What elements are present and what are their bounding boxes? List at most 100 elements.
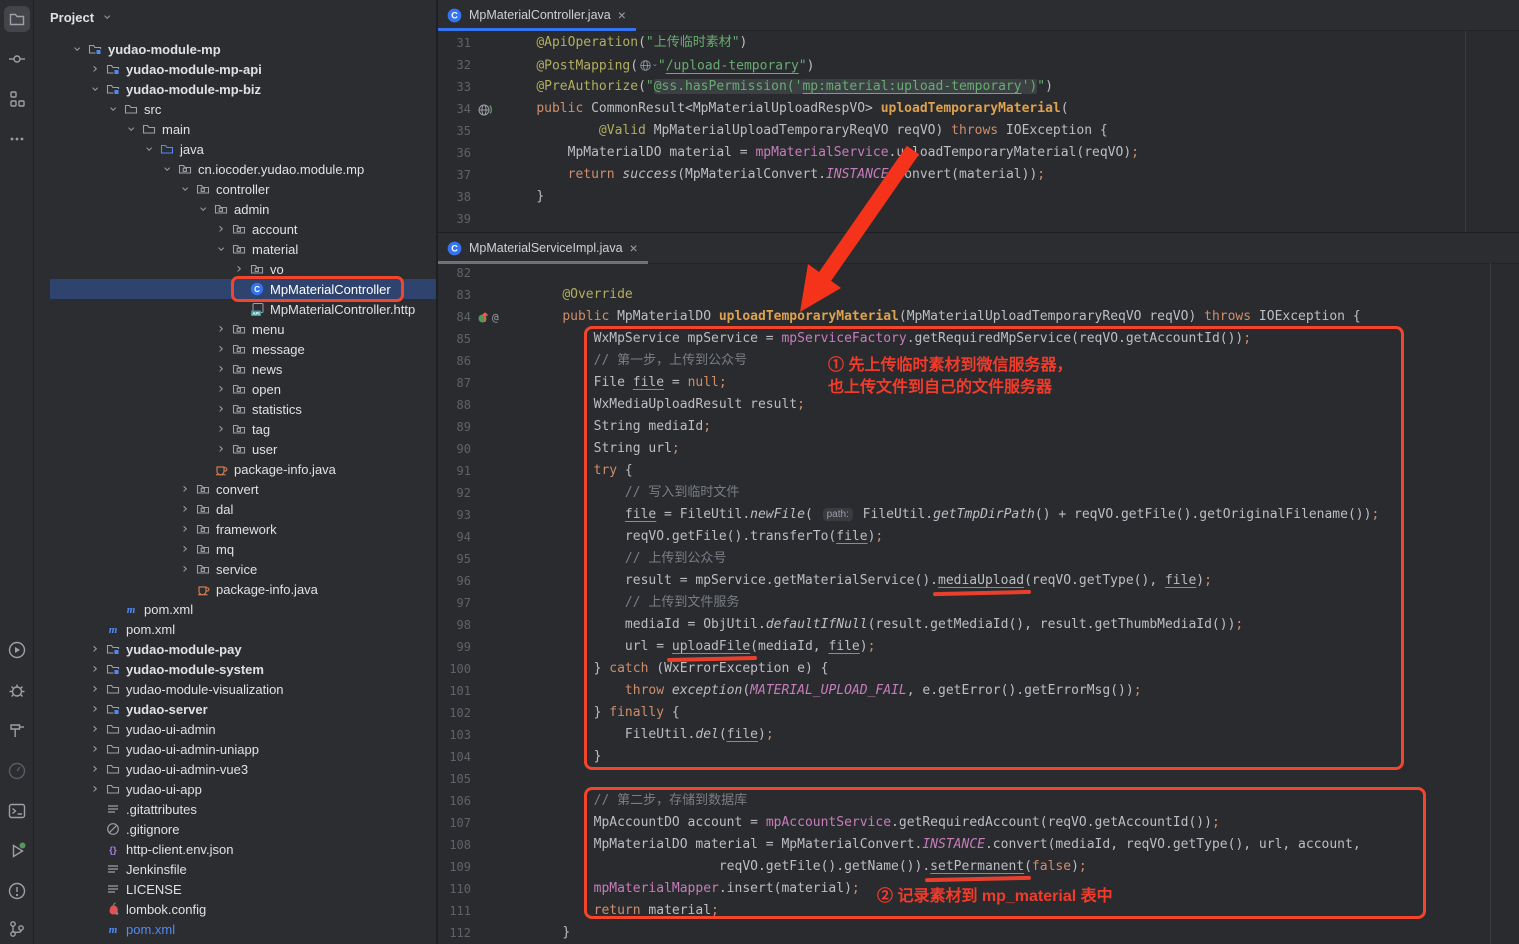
- tree-item-dal[interactable]: ›dal: [34, 499, 436, 519]
- tree-item-package-info-java[interactable]: package-info.java: [34, 459, 436, 479]
- line-number[interactable]: 97: [438, 592, 471, 614]
- endpoint-globe-icon[interactable]: ›: [639, 54, 657, 76]
- tree-item-yudao-ui-admin-uniapp[interactable]: ›yudao-ui-admin-uniapp: [34, 739, 436, 759]
- commit-tool-icon[interactable]: [4, 46, 30, 72]
- chevron-collapsed-icon[interactable]: ›: [176, 562, 194, 576]
- tree-item-open[interactable]: ›open: [34, 379, 436, 399]
- tree-item-yudao-ui-admin[interactable]: ›yudao-ui-admin: [34, 719, 436, 739]
- line-number[interactable]: 108: [438, 834, 471, 856]
- services-tool-icon[interactable]: [4, 838, 30, 864]
- chevron-collapsed-icon[interactable]: ›: [86, 702, 104, 716]
- close-icon[interactable]: ×: [630, 241, 638, 255]
- tree-item-tag[interactable]: ›tag: [34, 419, 436, 439]
- chevron-collapsed-icon[interactable]: ›: [212, 342, 230, 356]
- chevron-collapsed-icon[interactable]: ›: [212, 362, 230, 376]
- tree-item-menu[interactable]: ›menu: [34, 319, 436, 339]
- line-number[interactable]: 33: [438, 76, 471, 98]
- tree-item-yudao-module-system[interactable]: ›yudao-module-system: [34, 659, 436, 679]
- project-tool-icon[interactable]: [4, 6, 30, 32]
- line-number[interactable]: 105: [438, 768, 471, 790]
- tree-item-mpmaterialcontroller-http[interactable]: APIMpMaterialController.http: [34, 299, 436, 319]
- close-icon[interactable]: ×: [618, 8, 626, 22]
- chevron-collapsed-icon[interactable]: ›: [86, 62, 104, 76]
- chevron-collapsed-icon[interactable]: ›: [212, 382, 230, 396]
- tree-item-lombok-config[interactable]: lombok.config: [34, 899, 436, 919]
- chevron-collapsed-icon[interactable]: ›: [86, 782, 104, 796]
- terminal-tool-icon[interactable]: [4, 798, 30, 824]
- line-number[interactable]: 96: [438, 570, 471, 592]
- tree-item-package-info-java[interactable]: package-info.java: [34, 579, 436, 599]
- tree-item-http-client-env-json[interactable]: {}http-client.env.json: [34, 839, 436, 859]
- chevron-expanded-icon[interactable]: ›: [178, 180, 192, 198]
- line-number[interactable]: 83: [438, 284, 471, 306]
- line-number[interactable]: 82: [438, 262, 471, 284]
- line-number[interactable]: 112: [438, 922, 471, 944]
- tree-item-pom-xml[interactable]: mpom.xml: [34, 599, 436, 619]
- tree-item-mpmaterialcontroller[interactable]: CMpMaterialController: [34, 279, 436, 299]
- tree-item-controller[interactable]: ›controller: [34, 179, 436, 199]
- line-number[interactable]: 36: [438, 142, 471, 164]
- line-number[interactable]: 111: [438, 900, 471, 922]
- tree-item-pom-xml[interactable]: mpom.xml: [34, 619, 436, 639]
- tree-item-service[interactable]: ›service: [34, 559, 436, 579]
- tree-item-yudao-module-pay[interactable]: ›yudao-module-pay: [34, 639, 436, 659]
- line-number[interactable]: 85: [438, 328, 471, 350]
- chevron-collapsed-icon[interactable]: ›: [176, 482, 194, 496]
- line-number[interactable]: 34: [438, 98, 471, 120]
- tree-item-license[interactable]: LICENSE: [34, 879, 436, 899]
- tree-item-yudao-ui-app[interactable]: ›yudao-ui-app: [34, 779, 436, 799]
- chevron-expanded-icon[interactable]: ›: [160, 160, 174, 178]
- line-number[interactable]: 109: [438, 856, 471, 878]
- chevron-collapsed-icon[interactable]: ›: [212, 402, 230, 416]
- line-number[interactable]: 32: [438, 54, 471, 76]
- line-number[interactable]: 101: [438, 680, 471, 702]
- build-tool-icon[interactable]: [4, 717, 30, 743]
- tree-item-news[interactable]: ›news: [34, 359, 436, 379]
- chevron-expanded-icon[interactable]: ›: [196, 200, 210, 218]
- tree-item-account[interactable]: ›account: [34, 219, 436, 239]
- line-number[interactable]: 35: [438, 120, 471, 142]
- line-number[interactable]: 89: [438, 416, 471, 438]
- tree-item-yudao-server[interactable]: ›yudao-server: [34, 699, 436, 719]
- chevron-collapsed-icon[interactable]: ›: [230, 262, 248, 276]
- tree-item-material[interactable]: ›material: [34, 239, 436, 259]
- line-number[interactable]: 102: [438, 702, 471, 724]
- line-number[interactable]: 110: [438, 878, 471, 900]
- chevron-expanded-icon[interactable]: ›: [106, 100, 120, 118]
- tree-item-yudao-module-mp-api[interactable]: ›yudao-module-mp-api: [34, 59, 436, 79]
- tree-item-yudao-module-visualization[interactable]: ›yudao-module-visualization: [34, 679, 436, 699]
- line-number[interactable]: 86: [438, 350, 471, 372]
- chevron-collapsed-icon[interactable]: ›: [176, 502, 194, 516]
- run-tool-icon[interactable]: [4, 637, 30, 663]
- tree-item-vo[interactable]: ›vo: [34, 259, 436, 279]
- line-number[interactable]: 94: [438, 526, 471, 548]
- tree-item--gitattributes[interactable]: .gitattributes: [34, 799, 436, 819]
- tree-item-message[interactable]: ›message: [34, 339, 436, 359]
- tree-item-convert[interactable]: ›convert: [34, 479, 436, 499]
- line-number[interactable]: 37: [438, 164, 471, 186]
- chevron-collapsed-icon[interactable]: ›: [176, 522, 194, 536]
- tree-item--gitignore[interactable]: .gitignore: [34, 819, 436, 839]
- problems-tool-icon[interactable]: [4, 878, 30, 904]
- chevron-collapsed-icon[interactable]: ›: [86, 762, 104, 776]
- line-number[interactable]: 38: [438, 186, 471, 208]
- project-panel-header[interactable]: Project ›: [34, 0, 436, 34]
- tree-item-statistics[interactable]: ›statistics: [34, 399, 436, 419]
- chevron-collapsed-icon[interactable]: ›: [212, 442, 230, 456]
- tree-item-pom-xml[interactable]: mpom.xml: [34, 919, 436, 939]
- tree-item-framework[interactable]: ›framework: [34, 519, 436, 539]
- tree-item-yudao-module-mp-biz[interactable]: ›yudao-module-mp-biz: [34, 79, 436, 99]
- chevron-collapsed-icon[interactable]: ›: [86, 662, 104, 676]
- chevron-collapsed-icon[interactable]: ›: [86, 682, 104, 696]
- line-number[interactable]: 100: [438, 658, 471, 680]
- line-number[interactable]: 99: [438, 636, 471, 658]
- line-number[interactable]: 84: [438, 306, 471, 328]
- chevron-expanded-icon[interactable]: ›: [70, 40, 84, 58]
- chevron-collapsed-icon[interactable]: ›: [86, 642, 104, 656]
- mapping-gutter-icon[interactable]: [477, 98, 492, 120]
- line-number[interactable]: 92: [438, 482, 471, 504]
- tree-item-cn-iocoder-yudao-module-mp[interactable]: ›cn.iocoder.yudao.module.mp: [34, 159, 436, 179]
- line-number[interactable]: 106: [438, 790, 471, 812]
- tree-item-jenkinsfile[interactable]: Jenkinsfile: [34, 859, 436, 879]
- line-number[interactable]: 93: [438, 504, 471, 526]
